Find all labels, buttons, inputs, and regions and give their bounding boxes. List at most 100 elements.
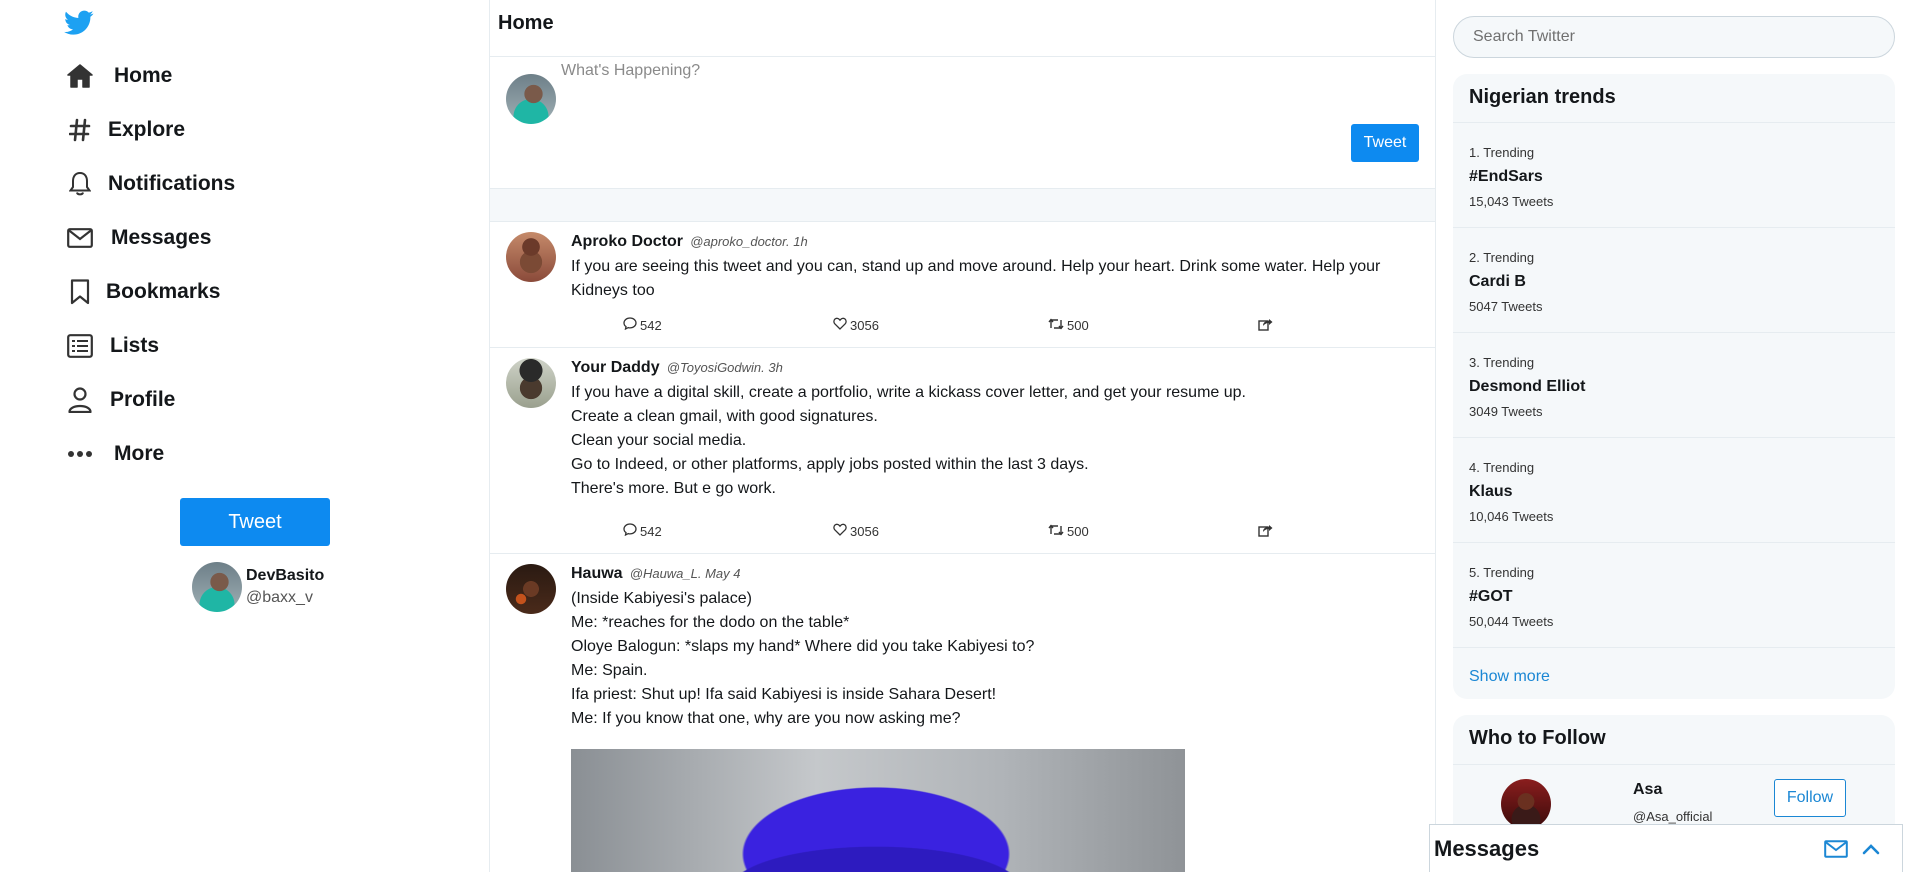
trend-tag: #EndSars <box>1469 168 1543 185</box>
retweet-icon <box>1048 318 1067 333</box>
feed-divider <box>490 189 1435 222</box>
nav-lists[interactable]: Lists <box>64 330 159 362</box>
retweet-count: 500 <box>1067 523 1089 539</box>
nav-label: Home <box>114 64 173 87</box>
avatar <box>506 74 556 124</box>
tweet-line: Me: *reaches for the dodo on the table* <box>571 614 850 631</box>
nav-profile[interactable]: Profile <box>64 384 175 416</box>
avatar[interactable] <box>506 564 556 614</box>
envelope-icon[interactable] <box>1824 839 1848 858</box>
tweet-line: If you are seeing this tweet and you can… <box>571 258 1385 299</box>
chevron-up-icon[interactable] <box>1862 843 1880 855</box>
nav-bookmarks[interactable]: Bookmarks <box>64 276 220 308</box>
messages-dock[interactable]: Messages <box>1429 824 1903 872</box>
trend-count: 15,043 Tweets <box>1469 194 1554 209</box>
nav-label: Notifications <box>108 172 236 195</box>
tweet-line: Me: Spain. <box>571 662 648 679</box>
user-name: DevBasito <box>246 567 325 584</box>
tweet[interactable]: Your Daddy @ToyosiGodwin. 3h If you have… <box>490 348 1435 554</box>
trend-rank: 4. Trending <box>1469 460 1535 475</box>
reply-icon <box>623 523 640 539</box>
nav-label: Lists <box>110 334 160 357</box>
nav-more[interactable]: More <box>64 438 164 470</box>
left-sidebar: Home Explore Notifications Messages Book… <box>0 0 488 872</box>
tweet-author-name[interactable]: Your Daddy <box>571 359 660 376</box>
twitter-bird-icon[interactable] <box>64 10 94 36</box>
heart-icon <box>833 523 850 539</box>
tweet-author-name[interactable]: Hauwa <box>571 565 623 582</box>
trend-tag: Cardi B <box>1469 273 1526 290</box>
tweet[interactable]: Aproko Doctor @aproko_doctor. 1h If you … <box>490 222 1435 348</box>
tweet-text: (Inside Kabiyesi's palace) Me: *reaches … <box>571 587 1419 731</box>
trend-item[interactable]: 5. Trending #GOT 50,044 Tweets <box>1453 543 1895 648</box>
reply-button[interactable]: 542 <box>623 317 833 333</box>
avatar[interactable] <box>506 232 556 282</box>
bell-icon <box>64 168 96 200</box>
nav-explore[interactable]: Explore <box>64 114 185 146</box>
trend-item[interactable]: 4. Trending Klaus 10,046 Tweets <box>1453 438 1895 543</box>
tweet-image[interactable] <box>571 749 1185 872</box>
trend-tag: Klaus <box>1469 483 1513 500</box>
tweet-line: (Inside Kabiyesi's palace) <box>571 590 752 607</box>
trends-title: Nigerian trends <box>1453 74 1895 123</box>
retweet-count: 500 <box>1067 317 1089 333</box>
nav-label: Profile <box>110 388 176 411</box>
nav-label: Bookmarks <box>106 280 221 303</box>
tweet-author-handle: @aproko_doctor. 1h <box>690 234 808 249</box>
tweet-line: Clean your social media. <box>571 432 747 449</box>
heart-icon <box>833 317 850 333</box>
list-icon <box>64 330 96 362</box>
trend-count: 10,046 Tweets <box>1469 509 1554 524</box>
share-button[interactable] <box>1258 317 1276 334</box>
tweet-line: Oloye Balogun: *slaps my hand* Where did… <box>571 638 1035 655</box>
tweet-text: If you have a digital skill, create a po… <box>571 381 1419 501</box>
tweet[interactable]: Hauwa @Hauwa_L. May 4 (Inside Kabiyesi's… <box>490 554 1435 872</box>
more-dots-icon <box>64 438 96 470</box>
user-icon <box>64 384 96 416</box>
compose-input[interactable] <box>561 62 1161 80</box>
show-more-link[interactable]: Show more <box>1453 648 1895 699</box>
avatar[interactable] <box>506 358 556 408</box>
like-count: 3056 <box>850 317 879 333</box>
trend-item[interactable]: 1. Trending #EndSars 15,043 Tweets <box>1453 123 1895 228</box>
follow-name: Asa <box>1633 781 1663 798</box>
right-sidebar: Nigerian trends 1. Trending #EndSars 15,… <box>1453 0 1895 872</box>
envelope-icon <box>64 222 96 254</box>
compose-box: Tweet <box>490 57 1435 189</box>
share-button[interactable] <box>1258 523 1276 540</box>
nav-messages[interactable]: Messages <box>64 222 211 254</box>
feed-header: Home <box>490 0 1435 57</box>
nav-label: More <box>114 442 165 465</box>
share-icon <box>1258 523 1276 540</box>
like-count: 3056 <box>850 523 879 539</box>
home-icon <box>64 60 96 92</box>
tweet-line: Go to Indeed, or other platforms, apply … <box>571 456 1089 473</box>
like-button[interactable]: 3056 <box>833 523 1048 539</box>
avatar[interactable] <box>1501 779 1551 829</box>
avatar <box>192 562 242 612</box>
trend-tag: Desmond Elliot <box>1469 378 1586 395</box>
nav-notifications[interactable]: Notifications <box>64 168 235 200</box>
tweet-line: There's more. But e go work. <box>571 480 776 497</box>
tweet-line: Me: If you know that one, why are you no… <box>571 710 961 727</box>
compose-tweet-button[interactable]: Tweet <box>1351 124 1419 162</box>
retweet-button[interactable]: 500 <box>1048 524 1258 539</box>
nav-home[interactable]: Home <box>64 60 172 92</box>
nav-label: Messages <box>111 226 212 249</box>
user-handle: @baxx_v <box>246 589 313 606</box>
reply-button[interactable]: 542 <box>623 523 833 539</box>
search-input[interactable] <box>1453 16 1895 58</box>
tweet-button[interactable]: Tweet <box>180 498 330 546</box>
retweet-button[interactable]: 500 <box>1048 318 1258 333</box>
feed: Home Tweet Aproko Doctor @aproko_doctor.… <box>489 0 1436 872</box>
current-user[interactable]: DevBasito @baxx_v <box>192 562 324 612</box>
trend-item[interactable]: 3. Trending Desmond Elliot 3049 Tweets <box>1453 333 1895 438</box>
like-button[interactable]: 3056 <box>833 317 1048 333</box>
page-title: Home <box>498 12 554 34</box>
follow-button[interactable]: Follow <box>1774 779 1846 817</box>
tweet-author-name[interactable]: Aproko Doctor <box>571 233 683 250</box>
trend-count: 5047 Tweets <box>1469 299 1543 314</box>
share-icon <box>1258 317 1276 334</box>
trend-item[interactable]: 2. Trending Cardi B 5047 Tweets <box>1453 228 1895 333</box>
trend-count: 50,044 Tweets <box>1469 614 1554 629</box>
